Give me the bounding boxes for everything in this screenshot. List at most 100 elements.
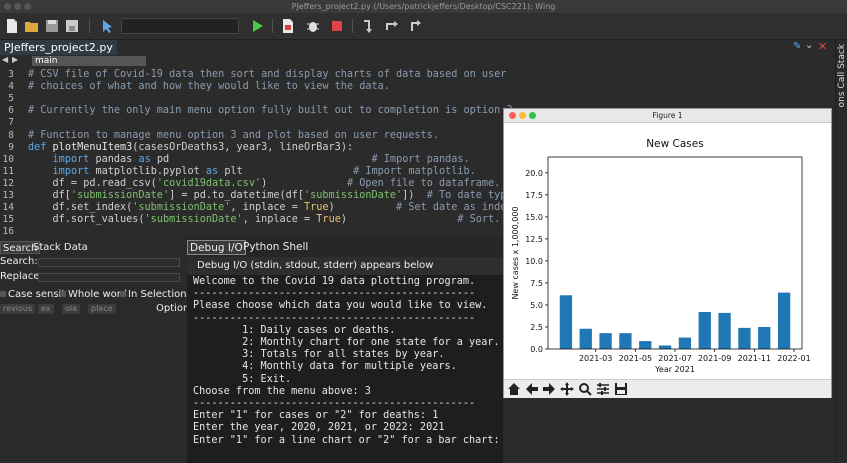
replace-all-button[interactable]: place <box>88 304 116 314</box>
replace-button[interactable]: ola <box>62 304 81 314</box>
step-into-icon[interactable] <box>360 18 376 34</box>
x-axis-label: Year 2021 <box>654 365 695 374</box>
figure-toolbar <box>504 379 831 398</box>
figure-title-bar: Figure 1 <box>504 109 831 123</box>
toolbar-search-input[interactable] <box>121 18 239 34</box>
chart-bar <box>777 292 791 349</box>
plot-frame <box>547 156 803 350</box>
in-selection-option[interactable]: In Selection <box>120 289 187 300</box>
right-tool-strip: ons Call Stack <box>835 40 847 463</box>
nav-forward-icon[interactable]: ▶ <box>12 55 18 64</box>
line-number: 10 <box>2 153 14 165</box>
console-line: 2: Monthly chart for one state for a yea… <box>193 337 500 348</box>
console-line: 5: Exit. <box>193 373 292 385</box>
line-number: 15 <box>2 214 14 226</box>
line-number-gutter: 3 4 5 6 7 8 9 10 11 12 13 14 15 16 <box>0 67 18 237</box>
pointer-select-icon[interactable] <box>100 18 116 34</box>
x-tick-label: 2022-01 <box>777 354 810 363</box>
replace-label: Replace: <box>0 271 43 282</box>
y-tick-label: 15.0 <box>525 213 543 222</box>
replace-field[interactable] <box>38 273 180 282</box>
chart-bar <box>639 341 652 349</box>
code-line: def plotMenuItem3(casesOrDeaths3, year3,… <box>28 141 354 153</box>
window-title: PJeffers_project2.py (/Users/patrickjeff… <box>291 2 556 11</box>
step-out-icon[interactable] <box>408 18 424 34</box>
save-all-icon[interactable] <box>64 18 80 34</box>
home-icon[interactable] <box>507 382 521 396</box>
new-file-icon[interactable] <box>4 18 20 34</box>
chart-bar <box>758 326 771 349</box>
configure-subplots-icon[interactable] <box>596 382 610 396</box>
zoom-icon[interactable] <box>578 382 592 396</box>
window-title-bar: PJeffers_project2.py (/Users/patrickjeff… <box>0 0 847 13</box>
line-number: 5 <box>8 93 14 105</box>
line-number: 7 <box>8 117 14 129</box>
y-tick-label: 0.0 <box>530 345 543 354</box>
y-tick-label: 10.0 <box>525 257 543 266</box>
x-tick-label: 2021-03 <box>579 354 612 363</box>
previous-button[interactable]: revious <box>0 304 36 314</box>
chart-bar <box>658 345 672 349</box>
console-line: Choose from the menu above: 3 <box>193 385 371 397</box>
whole-word-option[interactable]: Whole word <box>60 289 127 300</box>
line-number: 9 <box>8 141 14 153</box>
code-line: df.set_index('submissionDate', inplace =… <box>28 202 519 214</box>
debug-io-panel: Debug I/O Python Shell Debug I/O (stdin,… <box>187 237 503 463</box>
case-sensitive-option[interactable]: Case sensit <box>0 289 65 300</box>
close-tab-icon[interactable]: ✕ <box>818 40 827 53</box>
console-line: ----------------------------------------… <box>193 288 476 300</box>
line-number: 6 <box>8 105 14 117</box>
line-number: 13 <box>2 190 14 201</box>
y-axis-label: New cases x 1,000,000 <box>511 206 520 299</box>
chart-bar <box>619 333 632 349</box>
step-over-icon[interactable] <box>384 18 400 34</box>
x-tick-label: 2021-07 <box>658 354 691 363</box>
console-line: 1: Daily cases or deaths. <box>193 324 396 336</box>
forward-arrow-icon[interactable] <box>542 382 556 396</box>
tab-debug-io[interactable]: Debug I/O <box>187 240 246 255</box>
chevron-down-icon[interactable]: ⌄ <box>805 40 813 51</box>
console-line: Please choose which data you would like … <box>193 300 488 312</box>
next-button[interactable]: ex <box>38 304 54 314</box>
run-icon[interactable] <box>249 18 265 34</box>
debug-console[interactable]: Welcome to the Covid 19 data plotting pr… <box>187 275 503 463</box>
save-icon[interactable] <box>614 382 628 396</box>
save-file-icon[interactable] <box>44 18 60 34</box>
nav-back-icon[interactable]: ◀ <box>2 55 8 64</box>
tab-stack-data[interactable]: Stack Data <box>31 241 90 254</box>
chart-bar <box>579 328 592 349</box>
tab-python-shell[interactable]: Python Shell <box>241 240 310 255</box>
code-line: import matplotlib.pyplot as plt # Import… <box>52 165 476 177</box>
call-stack-tab[interactable]: ons Call Stack <box>837 44 847 107</box>
code-line: # CSV file of Covid-19 data then sort an… <box>28 69 507 80</box>
console-line: Enter the year, 2020, 2021, or 2022: 202… <box>193 422 445 434</box>
main-toolbar <box>0 13 847 40</box>
figure-window: Figure 1 New Cases 0.0 2.5 5.0 7.5 10.0 12.5 15… <box>503 108 832 398</box>
line-number: 8 <box>8 129 14 141</box>
console-line: ----------------------------------------… <box>193 398 476 409</box>
console-line: Enter "1" for a line chart or "2" for a … <box>193 434 503 446</box>
debug-file-icon[interactable] <box>280 18 296 34</box>
scope-selector[interactable]: main <box>32 56 146 66</box>
back-arrow-icon[interactable] <box>525 382 539 396</box>
bug-icon[interactable] <box>305 18 321 34</box>
chart-bar <box>718 312 731 349</box>
console-line: Welcome to the Covid 19 data plotting pr… <box>193 276 476 287</box>
y-tick-label: 12.5 <box>525 235 543 244</box>
open-folder-icon[interactable] <box>24 18 40 34</box>
file-tab[interactable]: PJeffers_project2.py <box>0 40 117 55</box>
line-number: 14 <box>2 202 14 214</box>
x-tick-label: 2021-05 <box>619 354 652 363</box>
y-tick-label: 2.5 <box>530 323 543 332</box>
console-line: 3: Totals for all states by year. <box>193 349 445 361</box>
code-line: df.sort_values('submissionDate', inplace… <box>28 214 501 226</box>
edit-options-icon[interactable]: ✎ <box>793 41 801 52</box>
console-line: ----------------------------------------… <box>193 312 476 324</box>
search-field[interactable] <box>38 258 180 267</box>
pan-icon[interactable] <box>560 382 574 396</box>
y-tick-label: 17.5 <box>525 191 543 200</box>
chart-title: New Cases <box>646 138 703 150</box>
debug-io-header: Debug I/O (stdin, stdout, stderr) appear… <box>187 257 503 275</box>
options-menu[interactable]: Option <box>156 303 189 314</box>
stop-icon[interactable] <box>329 18 345 34</box>
